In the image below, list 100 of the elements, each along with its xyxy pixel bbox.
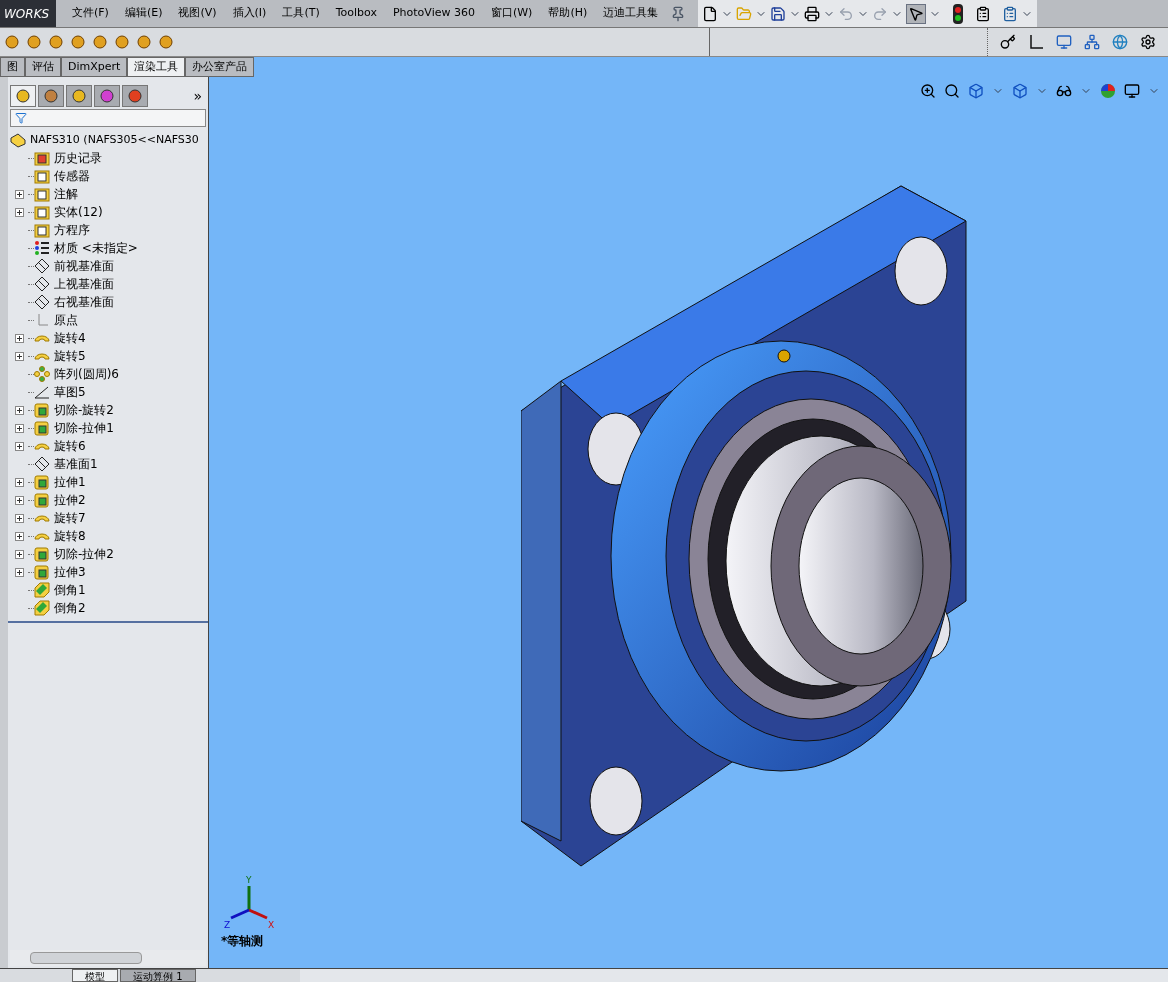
new-file-icon[interactable] [702, 5, 719, 22]
traffic-light-icon[interactable] [952, 3, 965, 24]
glasses-icon[interactable] [1056, 83, 1072, 99]
tree-item-label[interactable]: 上视基准面 [54, 275, 114, 293]
tree-item-label[interactable]: 拉伸2 [54, 491, 86, 509]
print-icon[interactable] [804, 5, 821, 22]
tree-item-label[interactable]: 阵列(圆周)6 [54, 365, 119, 383]
panel-tab[interactable] [66, 85, 92, 107]
tree-item-label[interactable]: 拉伸3 [54, 563, 86, 581]
tree-item-label[interactable]: 传感器 [54, 167, 90, 185]
search-icon[interactable] [944, 83, 960, 99]
feature-icon [34, 564, 50, 580]
panel-tab[interactable] [94, 85, 120, 107]
menu-item[interactable]: 窗口(W) [482, 5, 541, 22]
command-tab[interactable]: 评估 [25, 57, 61, 77]
expand-toggle-icon[interactable] [14, 513, 24, 523]
expand-chevron[interactable]: » [193, 85, 206, 107]
tree-item-label[interactable]: 方程序 [54, 221, 90, 239]
cube-icon[interactable] [968, 83, 984, 99]
tree-item-label[interactable]: 基准面1 [54, 455, 98, 473]
tree-item-label[interactable]: 切除-旋转2 [54, 401, 114, 419]
command-tab[interactable]: 办公室产品 [185, 57, 255, 77]
tree-item-label[interactable]: 倒角2 [54, 599, 86, 617]
tree-item-label[interactable]: 倒角1 [54, 581, 86, 599]
tree-item-label[interactable]: 旋转5 [54, 347, 86, 365]
tree-item-label[interactable]: 切除-拉伸2 [54, 545, 114, 563]
tree-item-label[interactable]: 切除-拉伸1 [54, 419, 114, 437]
monitor-icon[interactable] [1124, 83, 1140, 99]
command-tab[interactable]: 渲染工具 [127, 57, 186, 77]
settings-icon[interactable] [1140, 34, 1156, 50]
tree-item-label[interactable]: 旋转7 [54, 509, 86, 527]
menu-item[interactable]: 编辑(E) [116, 5, 171, 22]
menu-item[interactable]: 插入(I) [224, 5, 275, 22]
render-tool-icon[interactable] [158, 34, 174, 50]
expand-toggle-icon[interactable] [14, 423, 24, 433]
expand-toggle-icon[interactable] [14, 333, 24, 343]
tree-item-label[interactable]: 实体(12) [54, 203, 103, 221]
expand-toggle-icon[interactable] [14, 495, 24, 505]
cube-icon[interactable] [1012, 83, 1028, 99]
sketch-icon [34, 384, 50, 400]
command-tab[interactable]: 图 [0, 57, 25, 77]
render-tool-icon[interactable] [4, 34, 20, 50]
expand-toggle-icon[interactable] [14, 549, 24, 559]
globe-icon[interactable] [1112, 34, 1128, 50]
select-pointer-icon[interactable] [906, 3, 927, 24]
tree-item-label[interactable]: 拉伸1 [54, 473, 86, 491]
render-tool-icon[interactable] [136, 34, 152, 50]
expand-toggle-icon[interactable] [14, 441, 24, 451]
view-orientation-label: *等轴测 [221, 933, 264, 950]
menu-item[interactable]: Toolbox [327, 5, 385, 22]
tree-item-label[interactable]: 旋转4 [54, 329, 86, 347]
menu-item[interactable]: PhotoView 360 [384, 5, 483, 22]
panel-tab[interactable] [10, 85, 36, 107]
tree-item-label[interactable]: 原点 [54, 311, 78, 329]
bottom-tab[interactable]: 运动算例 1 [120, 969, 196, 982]
zoom-icon[interactable] [920, 83, 936, 99]
options-icon[interactable] [975, 5, 992, 22]
checklist-icon[interactable] [1002, 5, 1019, 22]
expand-toggle-icon[interactable] [14, 567, 24, 577]
pattern-icon [34, 366, 50, 382]
bottom-tab[interactable]: 模型 [72, 969, 118, 982]
render-tool-icon[interactable] [114, 34, 130, 50]
tree-root-label[interactable]: NAFS310 (NAFS305<<NAFS30 [30, 131, 199, 149]
expand-toggle-icon[interactable] [14, 351, 24, 361]
horizontal-scrollbar[interactable] [10, 950, 206, 966]
render-tool-icon[interactable] [26, 34, 42, 50]
menu-item[interactable]: 视图(V) [170, 5, 225, 22]
feature-icon [34, 474, 50, 490]
expand-toggle-icon[interactable] [14, 405, 24, 415]
network-icon[interactable] [1084, 34, 1100, 50]
tree-item-label[interactable]: 草图5 [54, 383, 86, 401]
panel-tab-icon [15, 88, 31, 104]
tree-item-label[interactable]: 历史记录 [54, 149, 102, 167]
command-tab[interactable]: DimXpert [61, 57, 128, 77]
color-wheel-icon[interactable] [1100, 83, 1116, 99]
expand-toggle-icon[interactable] [14, 207, 24, 217]
panel-tab-icon [99, 88, 115, 104]
expand-toggle-icon[interactable] [14, 531, 24, 541]
render-tool-icon[interactable] [48, 34, 64, 50]
tree-item-label[interactable]: 注解 [54, 185, 78, 203]
menu-item[interactable]: 文件(F) [64, 5, 117, 22]
filter-field[interactable] [10, 109, 206, 127]
menu-item[interactable]: 工具(T) [274, 5, 328, 22]
tree-item-label[interactable]: 旋转6 [54, 437, 86, 455]
tree-item-label[interactable]: 前视基准面 [54, 257, 114, 275]
tree-item-label[interactable]: 右视基准面 [54, 293, 114, 311]
panel-tab[interactable] [38, 85, 64, 107]
key-icon[interactable] [1000, 34, 1016, 50]
monitor-icon[interactable] [1056, 34, 1072, 50]
render-tool-icon[interactable] [92, 34, 108, 50]
tree-item-label[interactable]: 旋转8 [54, 527, 86, 545]
menu-item[interactable]: 帮助(H) [540, 5, 596, 22]
save-icon[interactable] [770, 5, 787, 22]
panel-tab[interactable] [122, 85, 148, 107]
render-tool-icon[interactable] [70, 34, 86, 50]
expand-toggle-icon[interactable] [14, 477, 24, 487]
expand-toggle-icon[interactable] [14, 189, 24, 199]
menu-item[interactable]: 迈迪工具集 [595, 5, 667, 22]
tree-item-label[interactable]: 材质 <未指定> [54, 239, 138, 257]
angle-icon[interactable] [1028, 34, 1044, 50]
